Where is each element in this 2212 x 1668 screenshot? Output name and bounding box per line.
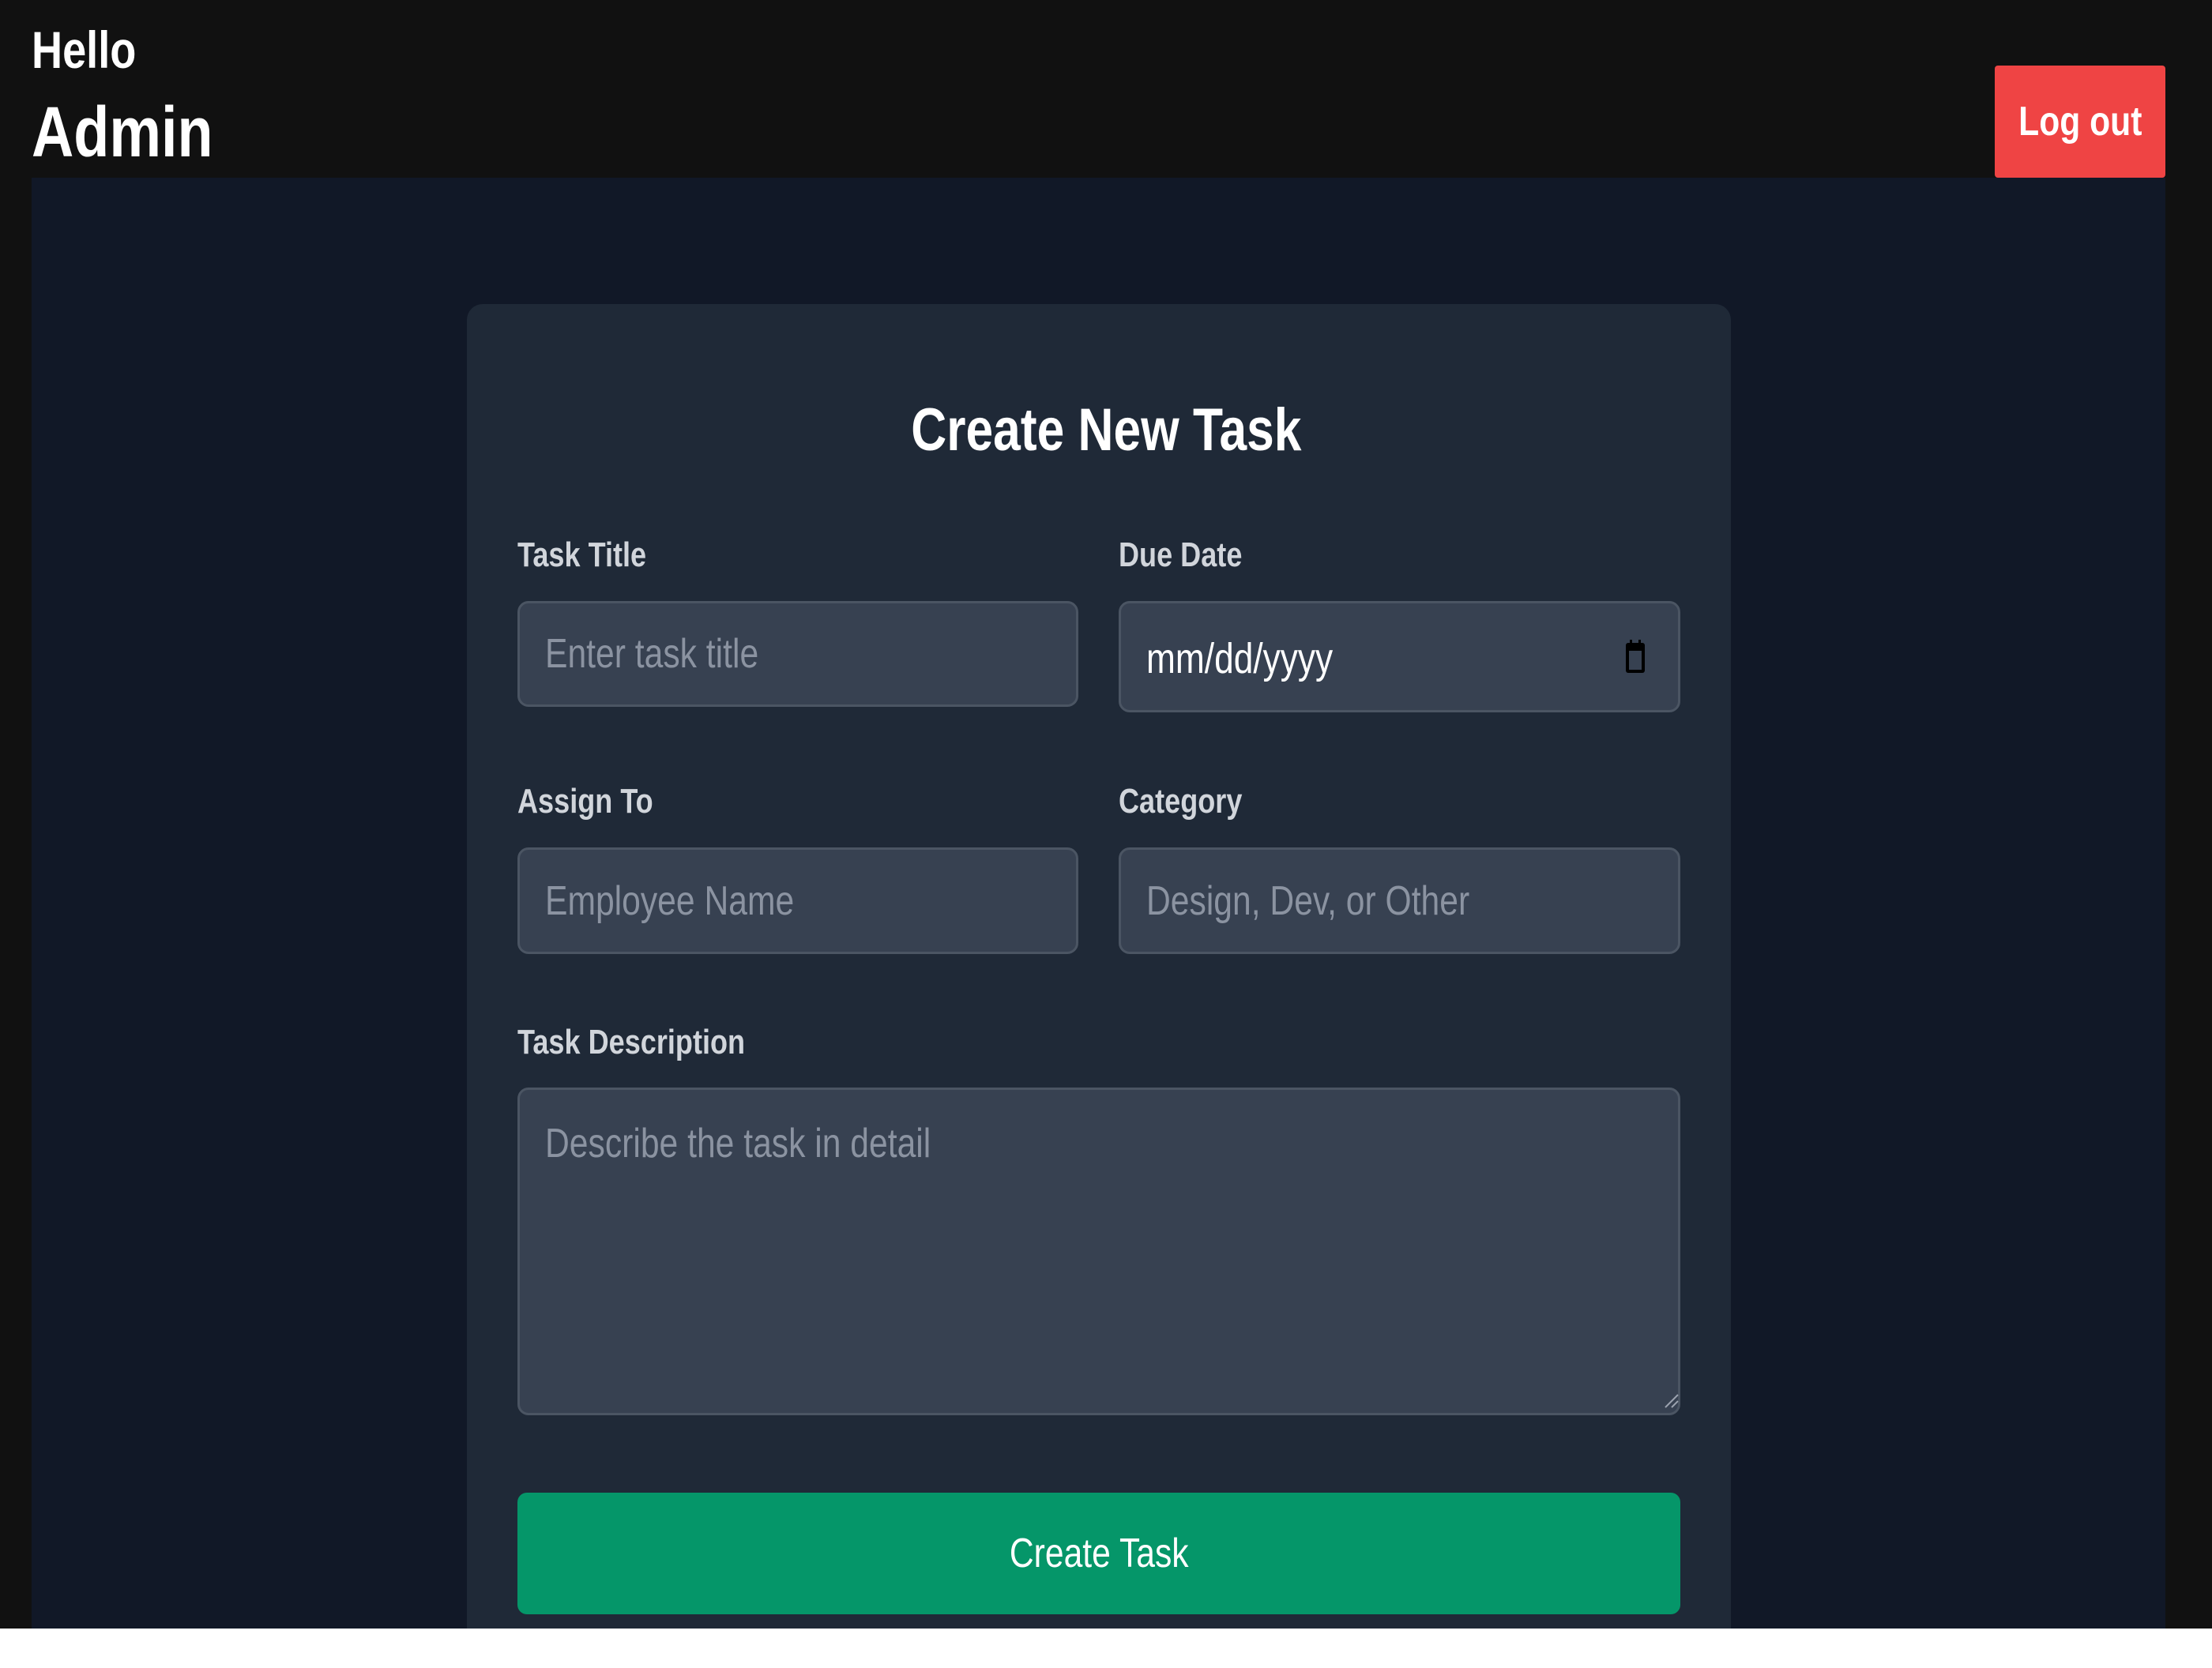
app-window: Hello Admin Log out Create New Task Task… <box>0 0 2212 1629</box>
assign-to-label: Assign To <box>517 782 653 821</box>
greeting: Hello Admin <box>32 14 253 180</box>
logout-button[interactable]: Log out <box>1995 66 2165 178</box>
assign-to-input[interactable] <box>517 847 1078 954</box>
category-input[interactable] <box>1119 847 1680 954</box>
user-name: Admin <box>32 93 213 172</box>
category-label: Category <box>1119 782 1243 821</box>
task-description-textarea[interactable] <box>517 1088 1680 1415</box>
resize-handle-icon[interactable] <box>1662 1392 1680 1409</box>
greeting-hello: Hello <box>32 21 137 79</box>
task-title-input[interactable] <box>517 601 1078 707</box>
calendar-icon[interactable] <box>1624 640 1646 674</box>
form-title: Create New Task <box>0 391 2212 470</box>
logout-button-label: Log out <box>2018 99 2142 145</box>
task-description-label: Task Description <box>517 1023 746 1061</box>
due-date-label: Due Date <box>1119 535 1243 574</box>
due-date-input[interactable] <box>1119 601 1680 712</box>
form-title-text: Create New Task <box>910 396 1302 464</box>
create-task-card <box>467 304 1731 1629</box>
create-task-button-label: Create Task <box>1009 1531 1189 1576</box>
create-task-button[interactable]: Create Task <box>517 1493 1680 1614</box>
task-title-label: Task Title <box>517 535 647 574</box>
